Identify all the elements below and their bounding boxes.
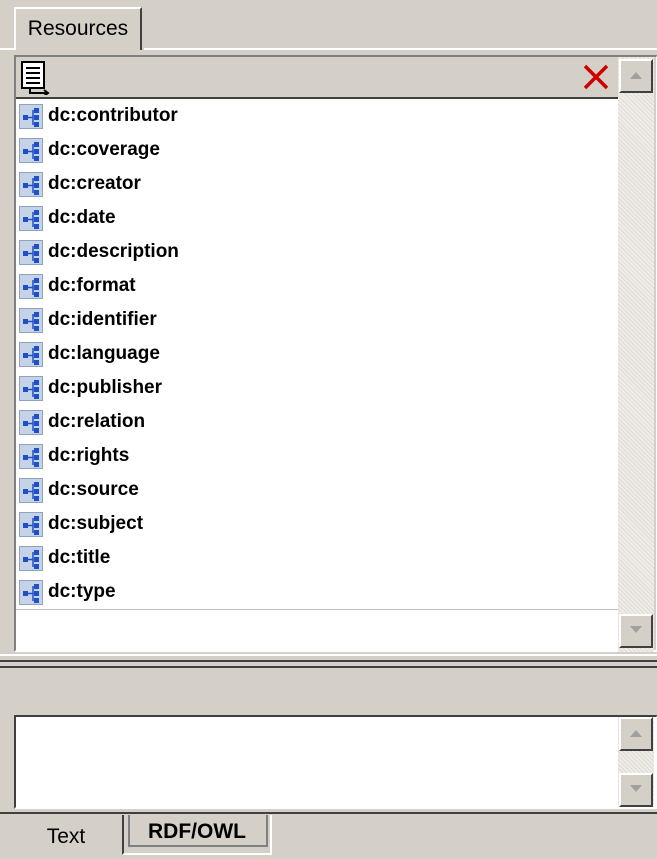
list-item-label: dc:title	[48, 547, 111, 568]
list-item-label: dc:identifier	[48, 309, 157, 330]
list-item-label: dc:type	[48, 581, 116, 602]
scroll-up-button[interactable]	[619, 59, 653, 93]
property-node-icon	[19, 206, 43, 231]
lower-panel-header	[14, 668, 657, 715]
details-area[interactable]	[16, 717, 618, 807]
list-item[interactable]: dc:creator	[16, 167, 618, 202]
property-node-icon	[19, 512, 43, 537]
list-item-label: dc:contributor	[48, 105, 178, 126]
list-item[interactable]: dc:date	[16, 201, 618, 236]
list-item[interactable]: dc:title	[16, 541, 618, 576]
property-node-icon	[19, 546, 43, 571]
list-item-label: dc:relation	[48, 411, 146, 432]
list-item-label: dc:date	[48, 207, 116, 228]
list-item-label: dc:publisher	[48, 377, 163, 398]
property-node-icon	[19, 478, 43, 503]
list-item[interactable]: dc:format	[16, 269, 618, 304]
scroll-down-button[interactable]	[619, 614, 653, 648]
list-item-label: dc:rights	[48, 445, 130, 466]
list-view-button[interactable]	[18, 59, 58, 97]
resources-toolbar	[16, 57, 618, 99]
list-item-label: dc:language	[48, 343, 160, 364]
tab-rdf-owl-label: RDF/OWL	[148, 820, 246, 843]
tab-resources-label: Resources	[27, 17, 129, 40]
list-item[interactable]: dc:rights	[16, 439, 618, 474]
resource-list: dc:contributor dc:coverage dc:creator dc:da…	[16, 99, 618, 652]
list-item[interactable]: dc:language	[16, 337, 618, 372]
tab-text-label: Text	[46, 825, 86, 848]
list-item[interactable]: dc:source	[16, 473, 618, 508]
tab-resources[interactable]: Resources	[14, 7, 142, 50]
list-item[interactable]: dc:type	[16, 575, 618, 610]
list-item[interactable]: dc:description	[16, 235, 618, 270]
property-node-icon	[19, 274, 43, 299]
list-item-label: dc:coverage	[48, 139, 160, 160]
property-node-icon	[19, 342, 43, 367]
list-item-label: dc:subject	[48, 513, 144, 534]
property-node-icon	[19, 138, 43, 163]
tab-text[interactable]: Text	[14, 815, 118, 855]
delete-button[interactable]	[578, 59, 616, 97]
list-item-label: dc:description	[48, 241, 179, 262]
property-node-icon	[19, 444, 43, 469]
property-node-icon	[19, 308, 43, 333]
lower-scroll-down-button[interactable]	[619, 773, 653, 807]
property-node-icon	[19, 410, 43, 435]
property-node-icon	[19, 376, 43, 401]
list-item[interactable]: dc:relation	[16, 405, 618, 440]
lower-vertical-scrollbar[interactable]	[618, 717, 654, 807]
property-node-icon	[19, 104, 43, 129]
list-item[interactable]: dc:identifier	[16, 303, 618, 338]
list-item[interactable]: dc:contributor	[16, 99, 618, 134]
list-item[interactable]: dc:coverage	[16, 133, 618, 168]
tab-baseline	[0, 48, 14, 50]
list-item[interactable]: dc:publisher	[16, 371, 618, 406]
tab-rdf-owl[interactable]: RDF/OWL	[122, 815, 272, 855]
property-node-icon	[19, 172, 43, 197]
list-item-label: dc:creator	[48, 173, 141, 194]
property-node-icon	[19, 580, 43, 605]
lower-scroll-up-button[interactable]	[619, 717, 653, 751]
tab-baseline	[144, 48, 657, 50]
vertical-scrollbar[interactable]	[618, 57, 654, 652]
list-item-label: dc:format	[48, 275, 136, 296]
property-node-icon	[19, 240, 43, 265]
list-item[interactable]: dc:subject	[16, 507, 618, 542]
splitter-line	[0, 660, 657, 662]
list-item-label: dc:source	[48, 479, 139, 500]
